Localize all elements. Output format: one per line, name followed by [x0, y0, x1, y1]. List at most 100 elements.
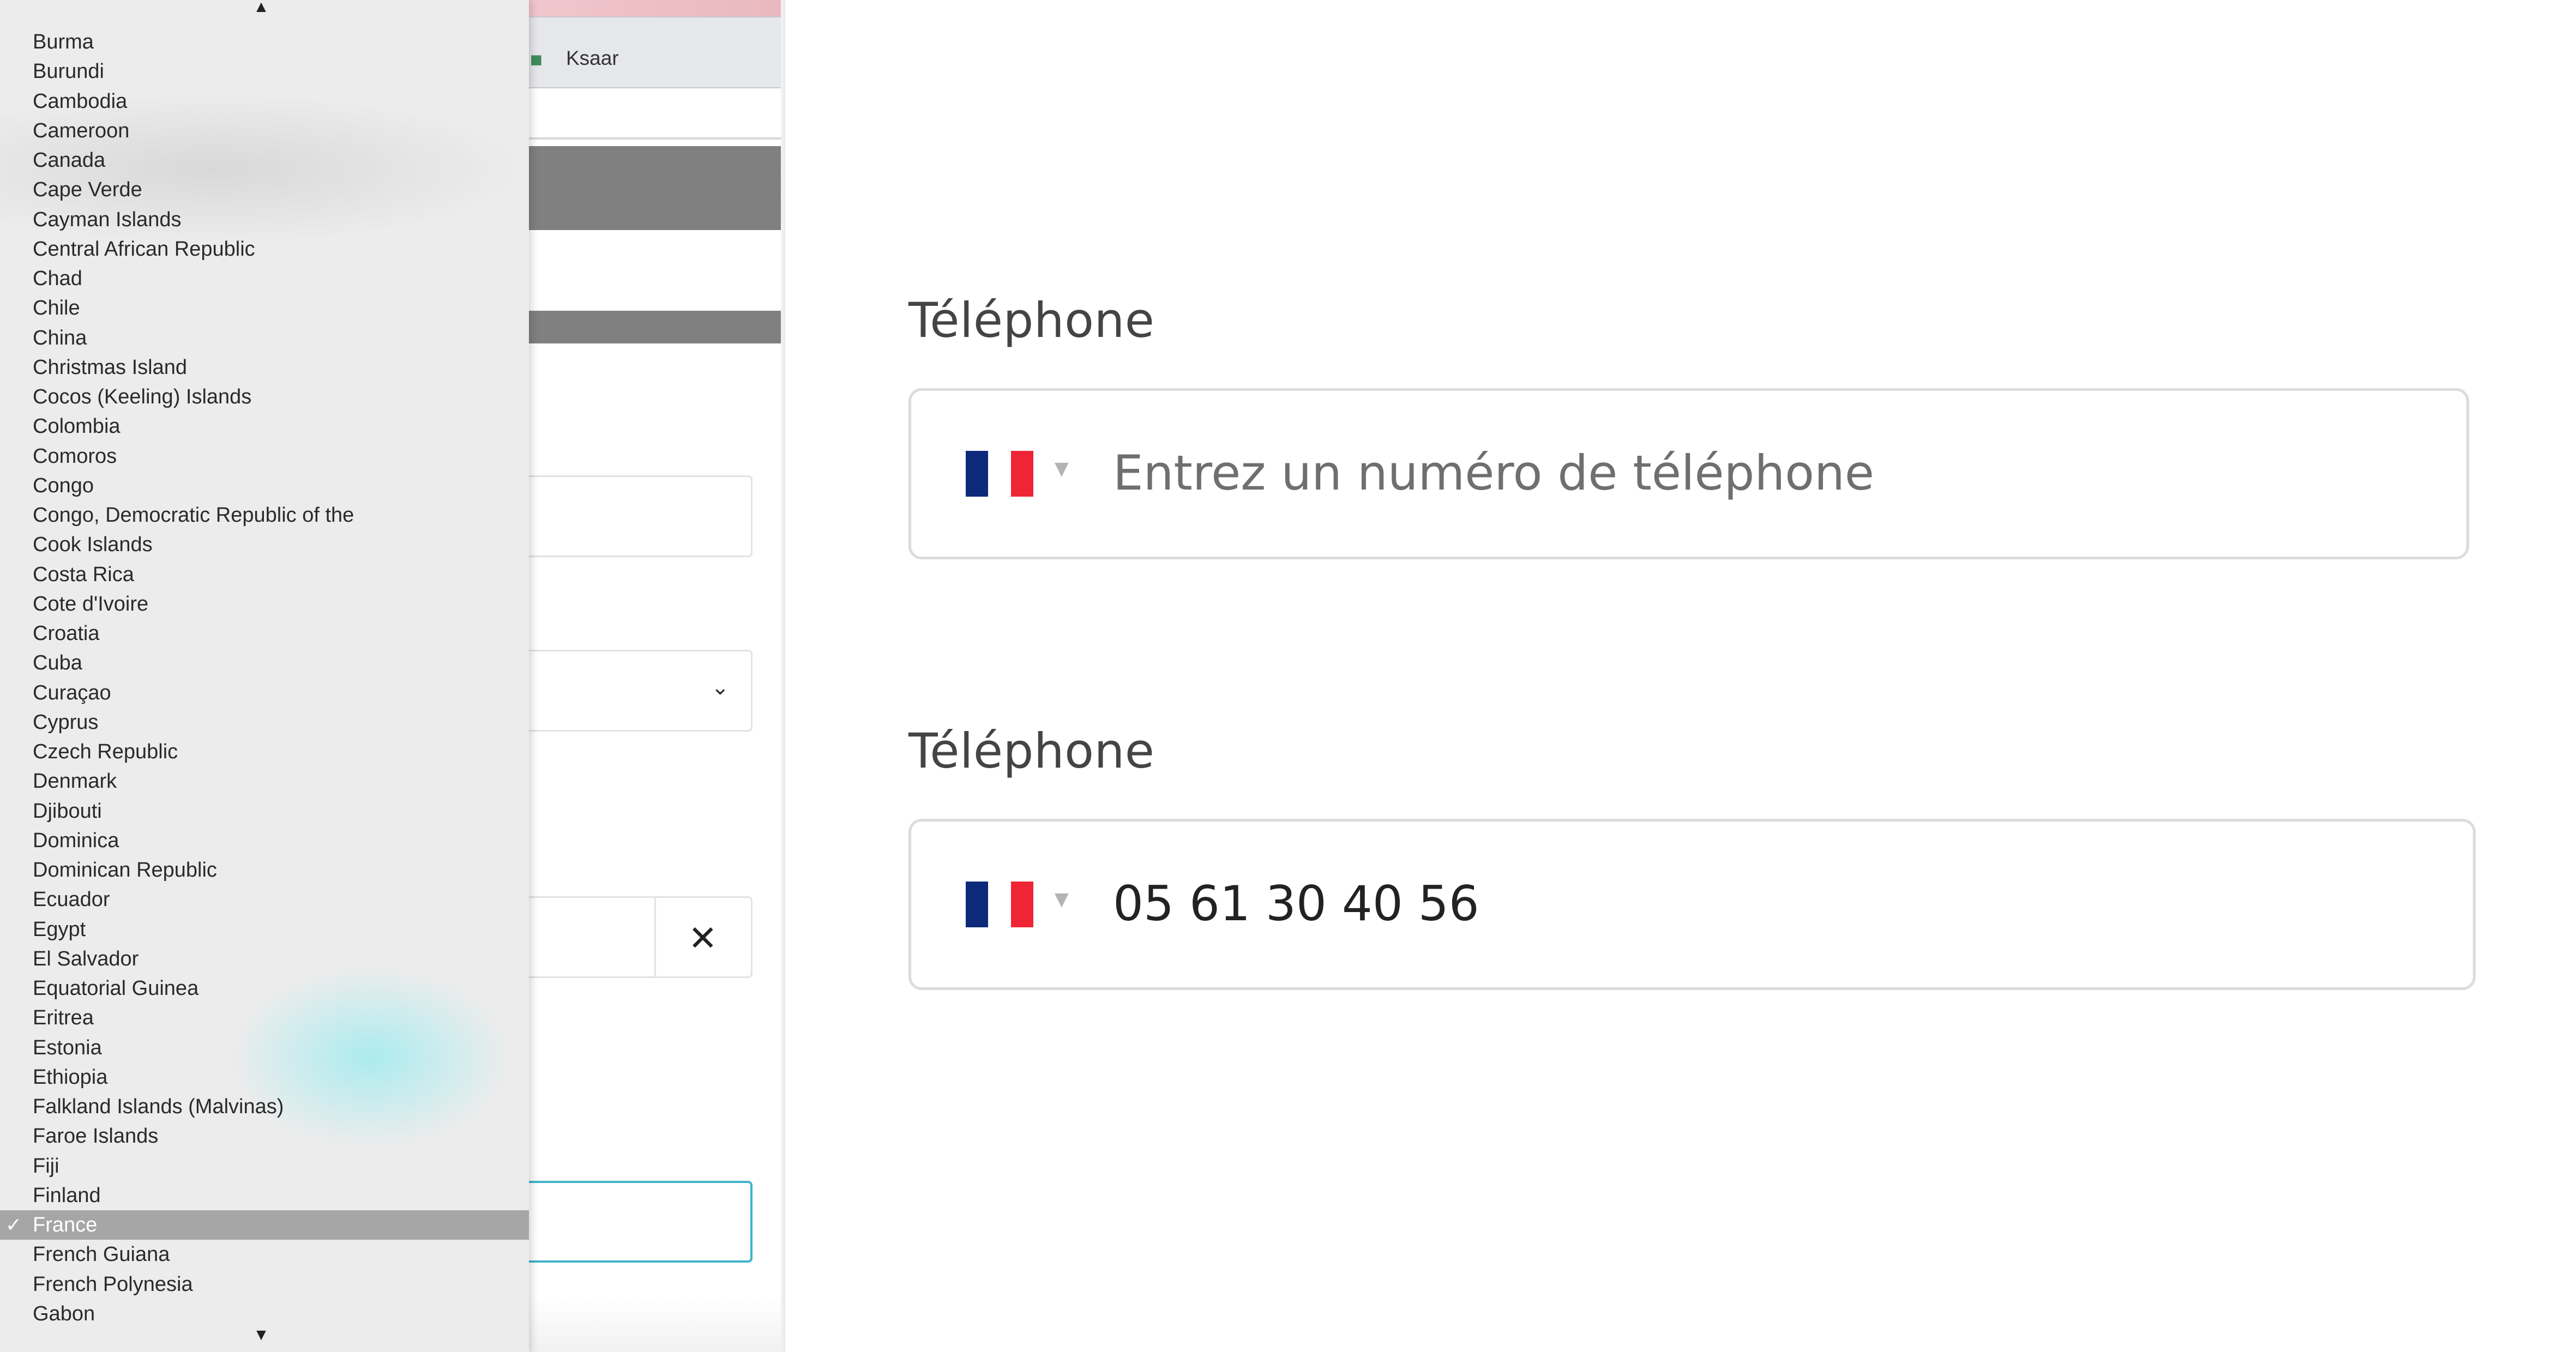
country-option[interactable]: Ethiopia — [0, 1063, 529, 1092]
page-bottom — [529, 1297, 785, 1352]
text-field[interactable] — [523, 475, 753, 557]
country-option-label: French Polynesia — [33, 1272, 193, 1296]
country-option[interactable]: Canada — [0, 146, 529, 175]
country-option[interactable]: Chad — [0, 264, 529, 293]
caret-down-icon[interactable]: ▼ — [1050, 455, 1074, 482]
country-option-label: Colombia — [33, 415, 121, 438]
country-option[interactable]: Eritrea — [0, 1003, 529, 1033]
phone-input[interactable] — [1113, 440, 2367, 505]
country-option-label: Fiji — [33, 1154, 59, 1178]
triangle-down-icon[interactable]: ▼ — [253, 1327, 269, 1343]
country-option-label: Equatorial Guinea — [33, 977, 199, 1000]
phone-field[interactable]: ▼ — [908, 819, 2476, 990]
country-option-label: Djibouti — [33, 799, 102, 823]
country-option-label: Cayman Islands — [33, 208, 182, 231]
country-option-label: Curaçao — [33, 681, 111, 704]
phone-input[interactable] — [1113, 871, 2367, 936]
divider — [529, 137, 785, 140]
country-option[interactable]: Comoros — [0, 442, 529, 471]
country-option-label: El Salvador — [33, 947, 139, 970]
country-option[interactable]: ✓ France — [0, 1210, 529, 1240]
country-option[interactable]: Czech Republic — [0, 737, 529, 766]
country-option[interactable]: Equatorial Guinea — [0, 974, 529, 1003]
country-option[interactable]: French Guiana — [0, 1240, 529, 1269]
country-option[interactable]: Gabon — [0, 1299, 529, 1329]
caret-down-icon[interactable]: ▼ — [1050, 886, 1074, 913]
country-option[interactable]: Cayman Islands — [0, 205, 529, 234]
country-option-label: French Guiana — [33, 1243, 170, 1266]
country-option-label: Gabon — [33, 1302, 95, 1325]
country-option-label: Cameroon — [33, 119, 130, 142]
country-option[interactable]: Egypt — [0, 915, 529, 944]
country-option-label: Chad — [33, 267, 82, 290]
country-option[interactable]: Christmas Island — [0, 353, 529, 382]
country-option-label: Burundi — [33, 60, 104, 83]
country-option-label: Cocos (Keeling) Islands — [33, 385, 252, 408]
country-option[interactable]: Cyprus — [0, 708, 529, 737]
country-option-label: Central African Republic — [33, 237, 255, 261]
country-option[interactable]: Cocos (Keeling) Islands — [0, 382, 529, 412]
country-option[interactable]: Cook Islands — [0, 530, 529, 559]
country-option-label: Denmark — [33, 770, 117, 793]
triangle-up-icon[interactable]: ▲ — [253, 0, 269, 15]
country-option-label: Congo — [33, 474, 94, 497]
country-option[interactable]: Faroe Islands — [0, 1121, 529, 1151]
country-option-label: Egypt — [33, 918, 86, 941]
country-option[interactable]: Curaçao — [0, 678, 529, 708]
country-option[interactable]: Estonia — [0, 1033, 529, 1063]
country-option[interactable]: Cape Verde — [0, 175, 529, 204]
country-option-label: Cape Verde — [33, 178, 142, 202]
focused-field[interactable] — [523, 1181, 753, 1263]
country-option-label: Chile — [33, 297, 80, 320]
country-option-label: Faroe Islands — [33, 1125, 159, 1148]
country-option-label: Cote d'Ivoire — [33, 592, 149, 615]
country-option[interactable]: China — [0, 323, 529, 353]
country-option[interactable]: Colombia — [0, 412, 529, 441]
country-option[interactable]: Cote d'Ivoire — [0, 589, 529, 619]
country-option[interactable]: El Salvador — [0, 944, 529, 974]
country-option[interactable]: Dominica — [0, 826, 529, 855]
close-icon: ✕ — [688, 919, 718, 958]
phone-field[interactable]: ▼ — [908, 388, 2469, 559]
country-option-label: China — [33, 326, 87, 349]
country-option-label: Eritrea — [33, 1006, 94, 1030]
country-options: Burma Burundi Cambodia Cameroon Canada Cape V… — [0, 27, 529, 1329]
country-option[interactable]: Central African Republic — [0, 234, 529, 264]
country-option[interactable]: Cuba — [0, 648, 529, 678]
browser-top-strip — [529, 0, 785, 16]
country-option[interactable]: Ecuador — [0, 885, 529, 914]
country-option[interactable]: Djibouti — [0, 796, 529, 826]
country-option[interactable]: Congo, Democratic Republic of the — [0, 500, 529, 530]
country-option-label: Costa Rica — [33, 563, 134, 586]
country-option-label: Dominica — [33, 829, 119, 852]
country-option-label: Czech Republic — [33, 740, 178, 763]
country-option[interactable]: Chile — [0, 293, 529, 323]
country-option-label: Cuba — [33, 651, 82, 675]
phone-label: Téléphone — [908, 292, 1155, 348]
country-option[interactable]: Burma — [0, 27, 529, 57]
country-option-label: Croatia — [33, 622, 100, 645]
country-option-label: Burma — [33, 31, 94, 53]
country-option[interactable]: Dominican Republic — [0, 855, 529, 885]
country-option[interactable]: Fiji — [0, 1151, 529, 1181]
country-dropdown-list[interactable]: ▲ Burma Burundi Cambodia Cameroon Canada Cape… — [0, 0, 529, 1352]
pane-divider — [781, 0, 785, 1352]
france-flag-icon[interactable] — [966, 451, 1033, 497]
country-option[interactable]: Burundi — [0, 57, 529, 86]
country-option[interactable]: French Polynesia — [0, 1270, 529, 1299]
country-option-label: Finland — [33, 1184, 101, 1207]
country-option[interactable]: Cambodia — [0, 87, 529, 116]
chevron-down-icon: ⌄ — [711, 675, 730, 699]
country-option-label: Congo, Democratic Republic of the — [33, 504, 354, 527]
country-option[interactable]: Croatia — [0, 619, 529, 648]
country-option[interactable]: Congo — [0, 471, 529, 500]
country-option[interactable]: Finland — [0, 1181, 529, 1210]
france-flag-icon[interactable] — [966, 882, 1033, 927]
country-option[interactable]: Falkland Islands (Malvinas) — [0, 1092, 529, 1121]
country-option[interactable]: Denmark — [0, 766, 529, 796]
country-option-label: France — [33, 1214, 98, 1236]
country-option[interactable]: Cameroon — [0, 116, 529, 146]
bookmark-ksaar[interactable]: Ksaar — [566, 47, 619, 70]
country-option[interactable]: Costa Rica — [0, 560, 529, 589]
country-option-label: Cyprus — [33, 710, 99, 734]
